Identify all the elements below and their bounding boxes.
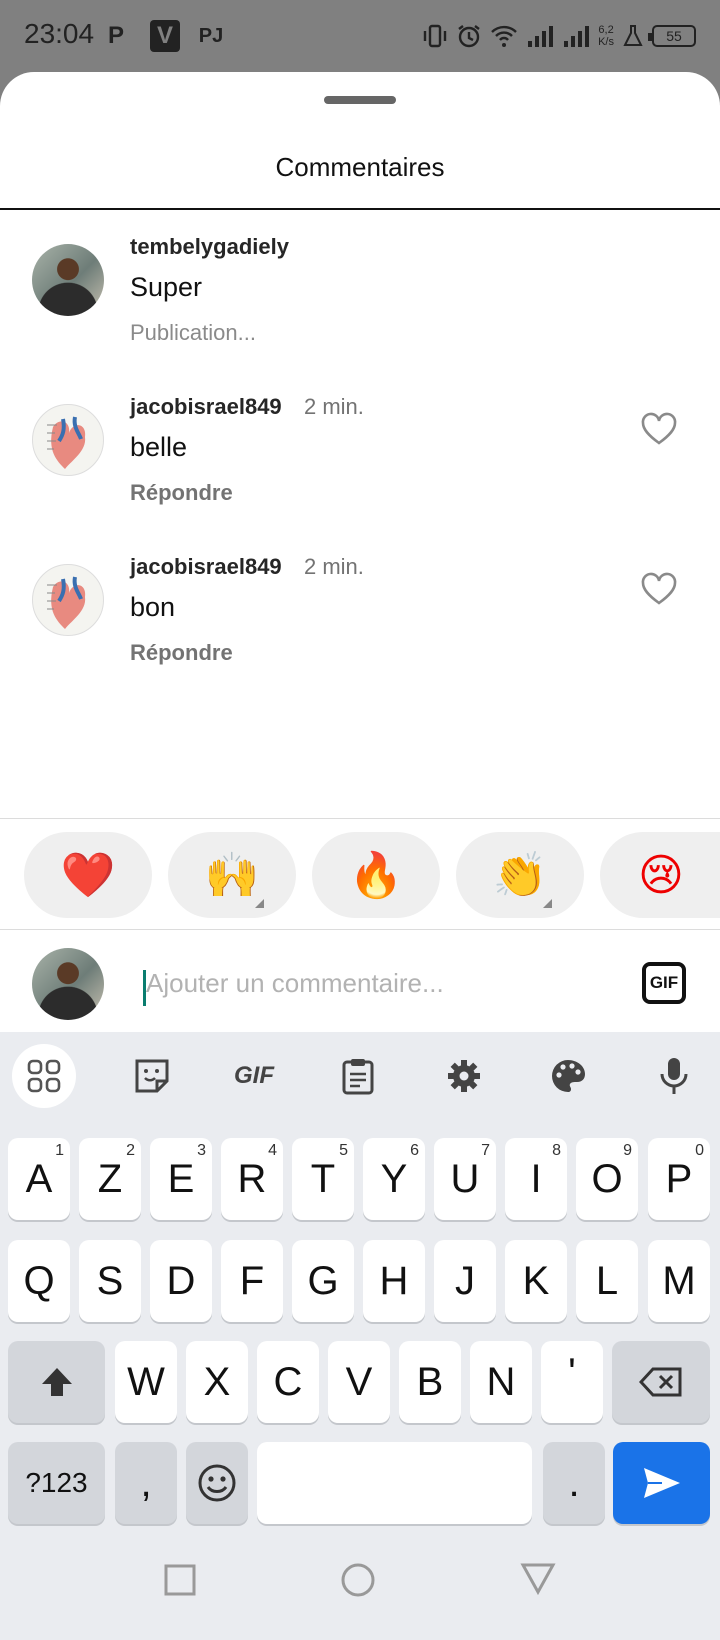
home-icon[interactable] (340, 1562, 376, 1598)
drag-handle[interactable] (324, 96, 396, 104)
emoji-icon (198, 1464, 236, 1502)
numbers-key[interactable]: ?123 (8, 1442, 105, 1524)
comment-item: jacobisrael849 2 min. belle Répondre (0, 386, 720, 536)
alarm-icon (458, 25, 480, 48)
flask-icon (623, 25, 643, 46)
reply-button[interactable]: Répondre (130, 480, 233, 506)
key-a[interactable]: A1 (8, 1138, 70, 1220)
comment-item: jacobisrael849 2 min. bon Répondre (0, 546, 720, 696)
divider (0, 208, 720, 210)
avatar[interactable] (32, 564, 104, 636)
vibrate-icon (423, 24, 447, 48)
comment-time: 2 min. (304, 394, 364, 419)
key-j[interactable]: J (434, 1240, 496, 1322)
comment-username[interactable]: tembelygadiely (130, 234, 289, 260)
back-icon[interactable] (520, 1562, 556, 1596)
reply-button[interactable]: Répondre (130, 640, 233, 666)
comma-key[interactable]: , (115, 1442, 177, 1524)
space-key[interactable] (257, 1442, 532, 1524)
avatar[interactable] (32, 244, 104, 316)
comment-time: 2 min. (304, 554, 364, 579)
emoji-fire-button[interactable]: 🔥 (312, 832, 440, 918)
key-m[interactable]: M (648, 1240, 710, 1322)
key-s[interactable]: S (79, 1240, 141, 1322)
comment-username[interactable]: jacobisrael849 (130, 554, 282, 580)
emoji-crying-button[interactable]: 😢 (600, 832, 720, 918)
network-speed: 6,2 K/s (598, 24, 614, 48)
app-notification-icon: P (107, 22, 124, 49)
signal-icon (528, 26, 554, 47)
comment-status: Publication... (130, 320, 256, 345)
app-notification-icon: V (150, 20, 180, 52)
sheet-title: Commentaires (275, 152, 445, 182)
backspace-icon (639, 1367, 682, 1397)
avatar (32, 948, 104, 1020)
shift-key[interactable] (8, 1341, 105, 1423)
battery-icon: 55 (648, 25, 696, 47)
clipboard-icon[interactable] (326, 1044, 390, 1108)
key-e[interactable]: E3 (150, 1138, 212, 1220)
heart-outline-icon[interactable] (640, 572, 678, 606)
recent-apps-icon[interactable] (164, 1564, 196, 1596)
send-key[interactable] (613, 1442, 710, 1524)
key-c[interactable]: C (257, 1341, 319, 1423)
comment-text: belle (130, 432, 188, 462)
gif-button[interactable]: GIF (642, 962, 686, 1004)
divider (0, 818, 720, 819)
key-v[interactable]: V (328, 1341, 390, 1423)
comment-input[interactable]: Ajouter un commentaire... (146, 968, 444, 999)
comment-item: tembelygadiely Super Publication... (0, 226, 720, 376)
send-icon (643, 1468, 680, 1498)
sticker-icon[interactable] (120, 1044, 184, 1108)
key-g[interactable]: G (292, 1240, 354, 1322)
period-key[interactable]: . (543, 1442, 605, 1524)
key-h[interactable]: H (363, 1240, 425, 1322)
key-u[interactable]: U7 (434, 1138, 496, 1220)
key-x[interactable]: X (186, 1341, 248, 1423)
variant-indicator (255, 899, 264, 908)
status-icons: 6,2 K/s 55 (422, 16, 696, 56)
palette-icon[interactable] (536, 1044, 600, 1108)
heart-outline-icon[interactable] (640, 412, 678, 446)
comment-text: Super (130, 272, 203, 302)
key-n[interactable]: N (470, 1341, 532, 1423)
key-o[interactable]: O9 (576, 1138, 638, 1220)
variant-indicator (543, 899, 552, 908)
gear-icon[interactable] (432, 1044, 496, 1108)
key-q[interactable]: Q (8, 1240, 70, 1322)
heart-anatomy-image (47, 416, 86, 469)
key-t[interactable]: T5 (292, 1138, 354, 1220)
microphone-icon[interactable] (642, 1044, 706, 1108)
comment-username[interactable]: jacobisrael849 (130, 394, 282, 420)
gif-icon[interactable]: GIF (222, 1044, 286, 1108)
key-z[interactable]: Z2 (79, 1138, 141, 1220)
key-l[interactable]: L (576, 1240, 638, 1322)
key-w[interactable]: W (115, 1341, 177, 1423)
wifi-icon (491, 25, 517, 47)
emoji-heart-button[interactable]: ❤️ (24, 832, 152, 918)
avatar[interactable] (32, 404, 104, 476)
status-time: 23:04 (24, 18, 95, 49)
signal-icon (564, 26, 590, 47)
emoji-key[interactable] (186, 1442, 248, 1524)
navigation-bar (0, 1540, 720, 1640)
backspace-key[interactable] (612, 1341, 710, 1423)
key-b[interactable]: B (399, 1341, 461, 1423)
shift-icon (41, 1368, 72, 1396)
emoji-raised-hands-button[interactable]: 🙌 (168, 832, 296, 918)
app-notification-icon: PJ (198, 24, 224, 47)
key-k[interactable]: K (505, 1240, 567, 1322)
key-y[interactable]: Y6 (363, 1138, 425, 1220)
key-apostrophe[interactable]: ' (541, 1341, 603, 1423)
comment-text: bon (130, 592, 176, 622)
status-bar: 23:04 P V PJ 6,2 K/s 55 (0, 0, 720, 72)
heart-anatomy-image (47, 576, 86, 629)
key-p[interactable]: P0 (648, 1138, 710, 1220)
key-i[interactable]: I8 (505, 1138, 567, 1220)
key-d[interactable]: D (150, 1240, 212, 1322)
emoji-clap-button[interactable]: 👏 (456, 832, 584, 918)
key-r[interactable]: R4 (221, 1138, 283, 1220)
key-f[interactable]: F (221, 1240, 283, 1322)
apps-grid-icon[interactable] (12, 1044, 76, 1108)
